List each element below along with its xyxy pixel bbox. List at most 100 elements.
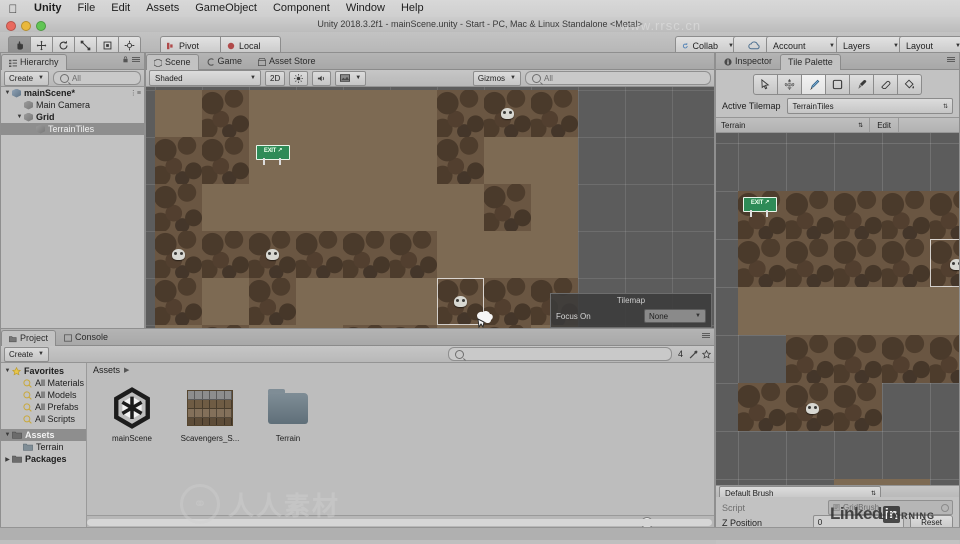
chevron-down-icon[interactable]: ▼ xyxy=(3,432,12,438)
gizmos-button[interactable]: Gizmos ▼ xyxy=(472,70,521,86)
favorite-star-icon[interactable] xyxy=(702,349,711,359)
project-tree-item-packages[interactable]: ▶ Packages xyxy=(1,453,86,465)
chevron-down-icon[interactable]: ▼ xyxy=(3,368,12,374)
tilemap-tile[interactable] xyxy=(296,278,343,325)
scene-search-input[interactable]: All xyxy=(525,71,711,85)
palette-tile[interactable] xyxy=(930,191,959,239)
palette-edit-button[interactable]: Edit xyxy=(869,118,899,132)
tilemap-tile[interactable] xyxy=(531,231,578,278)
palette-tile[interactable] xyxy=(834,239,882,287)
menu-item-unity[interactable]: Unity xyxy=(26,0,70,17)
tilemap-tile[interactable] xyxy=(390,278,437,325)
palette-tile[interactable] xyxy=(882,287,930,335)
project-tree-item-all-scripts[interactable]: ▶ All Scripts xyxy=(1,413,86,425)
tilemap-tile[interactable] xyxy=(202,184,249,231)
palette-tile[interactable] xyxy=(738,383,786,431)
view-2d-toggle[interactable]: 2D xyxy=(265,70,286,86)
tilemap-tile[interactable] xyxy=(437,184,484,231)
tilemap-tile[interactable] xyxy=(390,231,437,278)
project-tree-item-all-models[interactable]: ▶ All Models xyxy=(1,389,86,401)
tilemap-tile[interactable] xyxy=(296,137,343,184)
project-tree-item-assets[interactable]: ▼ Assets xyxy=(1,429,86,441)
palette-dropdown[interactable]: Terrain ⇅ xyxy=(716,121,869,130)
palette-tile[interactable] xyxy=(738,287,786,335)
palette-tile[interactable] xyxy=(786,239,834,287)
palette-tile[interactable] xyxy=(834,287,882,335)
tilemap-tile[interactable] xyxy=(484,231,531,278)
object-picker-icon[interactable] xyxy=(941,503,949,512)
tilemap-tile[interactable] xyxy=(249,90,296,137)
tilemap-tile[interactable] xyxy=(343,90,390,137)
palette-tile[interactable] xyxy=(834,383,882,431)
menu-item-component[interactable]: Component xyxy=(265,0,338,17)
palette-tile[interactable] xyxy=(930,287,959,335)
hierarchy-item-mainscene[interactable]: ▼ mainScene* ⋮≡ xyxy=(1,87,144,99)
tilemap-tile[interactable] xyxy=(155,184,202,231)
menu-item-file[interactable]: File xyxy=(70,0,104,17)
tilemap-tile[interactable] xyxy=(343,137,390,184)
lighting-toggle[interactable] xyxy=(289,70,309,86)
asset-item-mainscene[interactable]: mainScene xyxy=(101,385,163,515)
tilemap-tile[interactable] xyxy=(296,184,343,231)
panel-menu-icon[interactable] xyxy=(132,56,140,63)
palette-tile[interactable] xyxy=(882,239,930,287)
palette-tile[interactable] xyxy=(882,335,930,383)
tilemap-tile[interactable] xyxy=(531,137,578,184)
tilemap-tile[interactable] xyxy=(202,90,249,137)
breadcrumb-assets[interactable]: Assets xyxy=(93,365,120,375)
palette-tile[interactable] xyxy=(834,335,882,383)
tilemap-tile[interactable] xyxy=(155,137,202,184)
tilemap-tile[interactable] xyxy=(390,90,437,137)
scene-viewport[interactable]: EXIT ↗ Tilemap Focus On None ▼ xyxy=(146,87,714,330)
project-filter-count[interactable]: 4 xyxy=(676,349,685,359)
menu-item-assets[interactable]: Assets xyxy=(138,0,187,17)
tilemap-tile[interactable] xyxy=(390,184,437,231)
tilemap-tile[interactable] xyxy=(531,90,578,137)
tab-console[interactable]: Console xyxy=(56,329,116,345)
palette-canvas[interactable]: EXIT ↗EXIT ↗ xyxy=(716,133,959,495)
tilemap-tile[interactable] xyxy=(296,231,343,278)
hierarchy-search-input[interactable]: All xyxy=(52,71,141,85)
tilemap-tile[interactable] xyxy=(202,231,249,278)
paint-brush-tool-button[interactable] xyxy=(802,74,826,95)
menu-item-edit[interactable]: Edit xyxy=(103,0,138,17)
menu-item-gameobject[interactable]: GameObject xyxy=(187,0,265,17)
eraser-tool-button[interactable] xyxy=(874,74,898,95)
palette-tile[interactable] xyxy=(786,191,834,239)
hierarchy-item-terraintiles[interactable]: ▶ TerrainTiles xyxy=(1,123,144,135)
tilemap-tile[interactable] xyxy=(343,184,390,231)
chevron-down-icon[interactable]: ▼ xyxy=(3,90,12,96)
tilemap-tile[interactable] xyxy=(249,184,296,231)
tilemap-tile[interactable] xyxy=(437,137,484,184)
move-tool-button[interactable] xyxy=(778,74,802,95)
asset-item-terrain-folder[interactable]: Terrain xyxy=(257,385,319,515)
lock-icon[interactable] xyxy=(122,56,129,63)
tilemap-tile[interactable] xyxy=(484,184,531,231)
project-create-button[interactable]: Create ▼ xyxy=(4,346,49,362)
project-tree-item-all-materials[interactable]: ▶ All Materials xyxy=(1,377,86,389)
select-tool-button[interactable] xyxy=(753,74,778,95)
hierarchy-item-grid[interactable]: ▼ Grid xyxy=(1,111,144,123)
asset-item-spritesheet[interactable]: Scavengers_S... xyxy=(179,385,241,515)
tilemap-tile[interactable] xyxy=(155,90,202,137)
tilemap-tile[interactable] xyxy=(437,90,484,137)
tilemap-tile[interactable] xyxy=(343,231,390,278)
scene-menu-icon[interactable]: ⋮≡ xyxy=(130,89,141,97)
palette-tile[interactable] xyxy=(786,335,834,383)
project-horizontal-scrollbar[interactable] xyxy=(87,519,712,526)
audio-toggle[interactable] xyxy=(312,70,332,86)
shading-mode-dropdown[interactable]: Shaded ▼ xyxy=(149,70,261,86)
active-tilemap-dropdown[interactable]: TerrainTiles ⇅ xyxy=(786,98,953,114)
project-search-input[interactable] xyxy=(447,347,672,361)
palette-tile[interactable] xyxy=(882,191,930,239)
box-fill-tool-button[interactable] xyxy=(826,74,850,95)
tilemap-tile[interactable] xyxy=(343,278,390,325)
panel-menu-icon[interactable] xyxy=(947,56,955,63)
palette-tile[interactable] xyxy=(930,335,959,383)
menu-item-window[interactable]: Window xyxy=(338,0,393,17)
palette-tile[interactable] xyxy=(786,287,834,335)
focus-on-dropdown[interactable]: None ▼ xyxy=(644,309,706,323)
tilemap-tile[interactable] xyxy=(531,184,578,231)
tilemap-tile[interactable] xyxy=(390,137,437,184)
hierarchy-item-main-camera[interactable]: ▶ Main Camera xyxy=(1,99,144,111)
